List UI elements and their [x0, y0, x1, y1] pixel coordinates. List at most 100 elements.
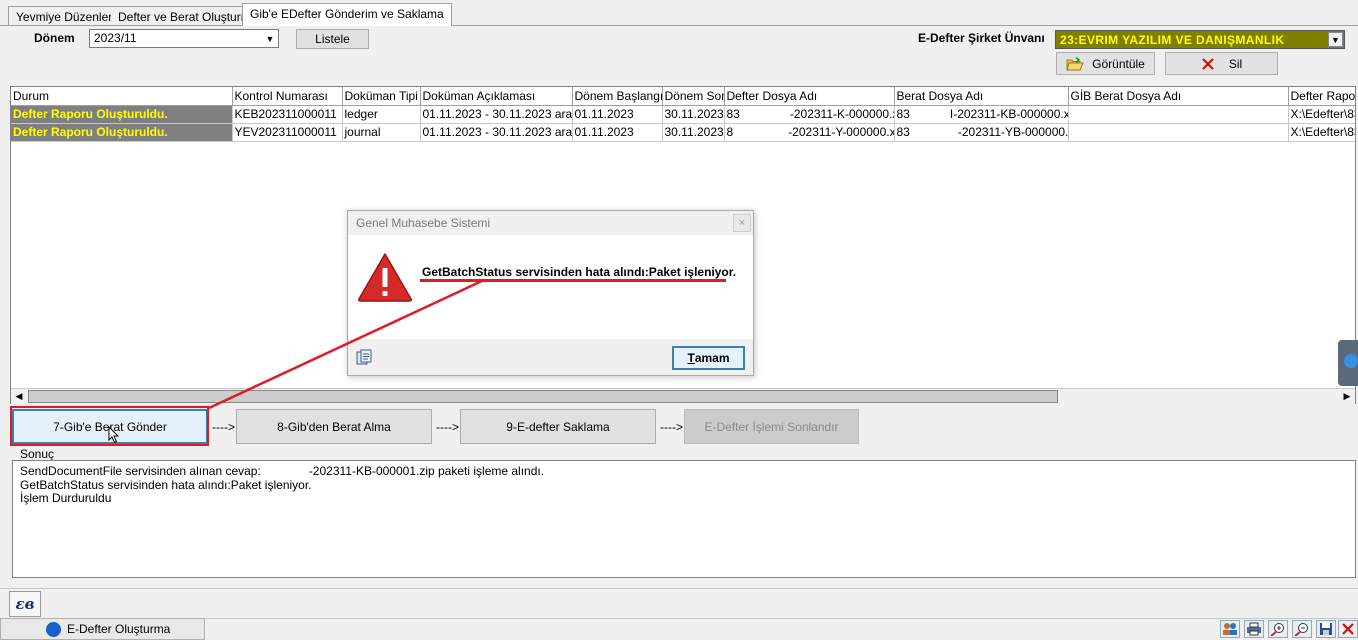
berat-dosya-cell: 83 I-202311-KB-000000.xm	[894, 105, 1069, 124]
side-panel-handle[interactable]	[1338, 340, 1358, 386]
zoom-in-icon[interactable]	[1268, 620, 1288, 638]
donem-label: Dönem	[34, 31, 75, 45]
eb-logo-icon[interactable]: εв	[9, 591, 41, 617]
gib-berat-cell	[1068, 105, 1289, 124]
grid-table: Durum Kontrol Numarası Doküman Tipi Dokü…	[11, 87, 1355, 142]
aciklama-cell: 01.11.2023 - 30.11.2023 arası '	[420, 123, 573, 142]
save-icon[interactable]	[1316, 620, 1336, 638]
berat-dosya-prefix: 83	[896, 107, 910, 121]
tip-cell: journal	[342, 123, 421, 142]
column-header[interactable]: Defter Dosya Adı	[724, 87, 895, 106]
step-arrow: ---->	[212, 420, 235, 434]
defter-dosya-cell: 8 -202311-Y-000000.xm	[724, 123, 895, 142]
scrollbar-thumb[interactable]	[28, 390, 1058, 403]
goruntule-button[interactable]: Görüntüle	[1056, 52, 1155, 75]
gib-berat-cell	[1068, 123, 1289, 142]
defter-dosya-suffix: -202311-K-000000.xm	[789, 107, 893, 121]
aciklama-cell: 01.11.2023 - 30.11.2023 arası '	[420, 105, 573, 124]
delete-x-icon	[1202, 57, 1214, 70]
sonuc-textarea[interactable]: SendDocumentFile servisinden alınan ceva…	[12, 460, 1356, 578]
tamam-label: amam	[694, 351, 730, 365]
goruntule-label: Görüntüle	[1092, 56, 1145, 71]
sil-label: Sil	[1228, 56, 1243, 71]
column-header[interactable]: Doküman Tipi	[342, 87, 421, 106]
sonuc-label: Sonuç	[20, 447, 55, 461]
grid-header-row: Durum Kontrol Numarası Doküman Tipi Dokü…	[11, 87, 1355, 106]
table-row[interactable]: Defter Raporu Oluşturuldu. YEV2023110000…	[11, 123, 1355, 142]
column-header[interactable]: Doküman Açıklaması	[420, 87, 573, 106]
print-icon[interactable]	[1244, 620, 1264, 638]
column-header[interactable]: Kontrol Numarası	[232, 87, 343, 106]
defter-dosya-prefix: 83	[726, 107, 740, 121]
column-header[interactable]: Dönem Son	[662, 87, 725, 106]
chevron-down-icon[interactable]: ▼	[1328, 32, 1343, 47]
scroll-left-icon[interactable]: ◀	[11, 389, 27, 404]
close-icon[interactable]	[1338, 620, 1358, 638]
durum-cell: Defter Raporu Oluşturuldu.	[11, 105, 233, 124]
berat-dosya-suffix: -202311-YB-000000.xm	[957, 125, 1067, 139]
tip-cell: ledger	[342, 105, 421, 124]
grid-horizontal-scrollbar[interactable]: ◀ ▶	[11, 388, 1355, 404]
defter-dosya-cell: 83 -202311-K-000000.xm	[724, 105, 895, 124]
listele-button[interactable]: Listele	[296, 29, 369, 49]
annotation-underline	[420, 279, 726, 282]
sil-button[interactable]: Sil	[1165, 52, 1278, 75]
baslangic-cell: 01.11.2023	[572, 123, 663, 142]
tab-gib-edefter-gonderim[interactable]: Gib'e EDefter Gönderim ve Saklama	[242, 3, 452, 26]
table-row[interactable]: Defter Raporu Oluşturuldu. KEB2023110000…	[11, 105, 1355, 124]
close-icon[interactable]: ×	[733, 214, 751, 232]
son-cell: 30.11.2023	[662, 123, 725, 142]
edefter-saklama-button[interactable]: 9-E-defter Saklama	[460, 409, 656, 444]
result-line-1a: SendDocumentFile servisinden alınan ceva…	[20, 464, 261, 478]
result-line-1b: -202311-KB-000001.zip paketi işleme alın…	[308, 464, 545, 478]
tab-strip: Yevmiye Düzenleme Defter ve Berat Oluştu…	[0, 0, 1358, 26]
kontrol-cell: KEB202311000011	[232, 105, 343, 124]
durum-cell: Defter Raporu Oluşturuldu.	[11, 123, 233, 142]
baslangic-cell: 01.11.2023	[572, 105, 663, 124]
error-warning-icon	[358, 253, 412, 302]
step-arrow: ---->	[436, 420, 459, 434]
column-header[interactable]: Berat Dosya Adı	[894, 87, 1069, 106]
result-line: SendDocumentFile servisinden alınan ceva…	[20, 464, 1348, 479]
defter-dosya-prefix: 8	[726, 125, 734, 139]
result-line: GetBatchStatus servisinden hata alındı:P…	[20, 477, 312, 492]
chevron-down-icon[interactable]: ▼	[262, 30, 278, 47]
column-header[interactable]: Durum	[11, 87, 233, 106]
scroll-right-icon[interactable]: ▶	[1339, 389, 1355, 404]
folder-open-icon	[1066, 56, 1084, 70]
defter-raporu-cell: X:\Edefter\83	[1288, 105, 1355, 124]
result-line: İşlem Durduruldu	[20, 491, 112, 505]
berat-dosya-cell: 83 -202311-YB-000000.xm	[894, 123, 1069, 142]
sirket-value: 23:EVRIM YAZILIM VE DANIŞMANLIK	[1060, 33, 1285, 47]
donem-value: 2023/11	[94, 31, 137, 45]
donem-select[interactable]: 2023/11 ▼	[89, 29, 279, 48]
dialog-message: GetBatchStatus servisinden hata alındı:P…	[422, 265, 737, 279]
sirket-select[interactable]: 23:EVRIM YAZILIM VE DANIŞMANLIK ▼	[1055, 30, 1345, 49]
berat-dosya-prefix: 83	[896, 125, 910, 139]
app-icon	[46, 622, 61, 637]
dialog-title: Genel Muhasebe Sistemi	[348, 211, 753, 235]
berat-dosya-suffix: I-202311-KB-000000.xm	[949, 107, 1068, 121]
bottom-bar: εв	[0, 588, 1358, 618]
copy-to-clipboard-icon[interactable]	[356, 349, 372, 365]
column-header[interactable]: GİB Berat Dosya Adı	[1068, 87, 1289, 106]
sirket-label: E-Defter Şirket Ünvanı	[918, 31, 1045, 45]
tamam-button[interactable]: Tamam	[672, 346, 745, 370]
column-header[interactable]: Defter Raporu	[1288, 87, 1355, 106]
defter-raporu-cell: X:\Edefter\83	[1288, 123, 1355, 142]
zoom-out-icon[interactable]	[1292, 620, 1312, 638]
step-arrow: ---->	[660, 420, 683, 434]
users-icon[interactable]	[1220, 620, 1240, 638]
mouse-pointer-icon	[108, 426, 120, 444]
son-cell: 30.11.2023	[662, 105, 725, 124]
tamam-mnemonic: T	[687, 351, 695, 365]
taskbar-item-label: E-Defter Oluşturma	[67, 622, 171, 636]
kontrol-cell: YEV202311000011	[232, 123, 343, 142]
column-header[interactable]: Dönem Başlangıcı	[572, 87, 663, 106]
message-dialog: Genel Muhasebe Sistemi × GetBatchStatus …	[347, 210, 754, 376]
defter-dosya-suffix: -202311-Y-000000.xm	[788, 125, 894, 139]
taskbar-item-edefter[interactable]: E-Defter Oluşturma	[0, 618, 205, 640]
gibden-berat-alma-button[interactable]: 8-Gib'den Berat Alma	[236, 409, 432, 444]
edefter-islemi-sonlandir-button[interactable]: E-Defter İşlemi Sonlandır	[684, 409, 859, 444]
side-handle-icon	[1344, 354, 1358, 368]
